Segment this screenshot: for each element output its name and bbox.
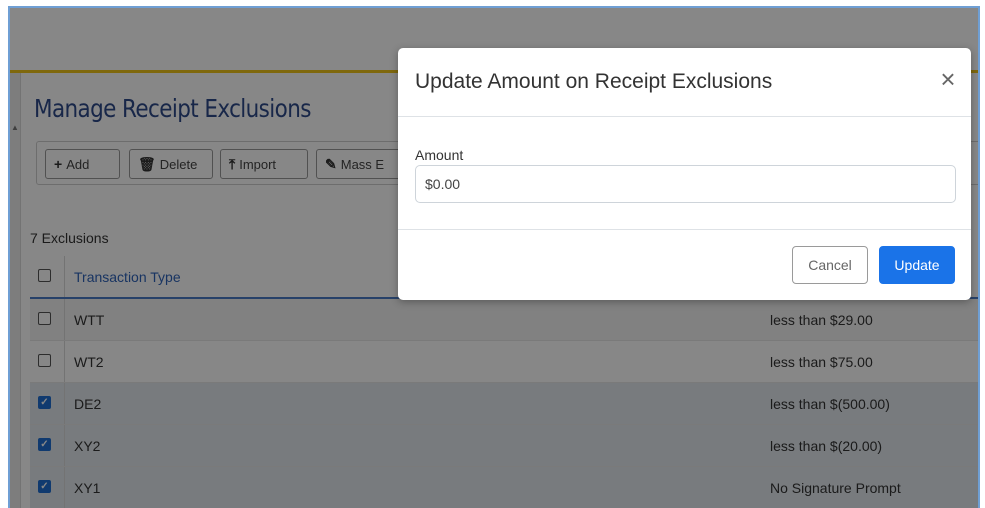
modal-footer: Cancel Update [398,229,971,300]
cancel-button[interactable]: Cancel [792,246,868,284]
modal-header: Update Amount on Receipt Exclusions × [398,48,971,117]
update-button[interactable]: Update [879,246,955,284]
amount-label: Amount [415,147,464,163]
close-icon[interactable]: × [935,66,961,92]
update-amount-modal: Update Amount on Receipt Exclusions × Am… [398,48,971,300]
amount-input[interactable] [415,165,956,203]
modal-title: Update Amount on Receipt Exclusions [415,70,773,93]
